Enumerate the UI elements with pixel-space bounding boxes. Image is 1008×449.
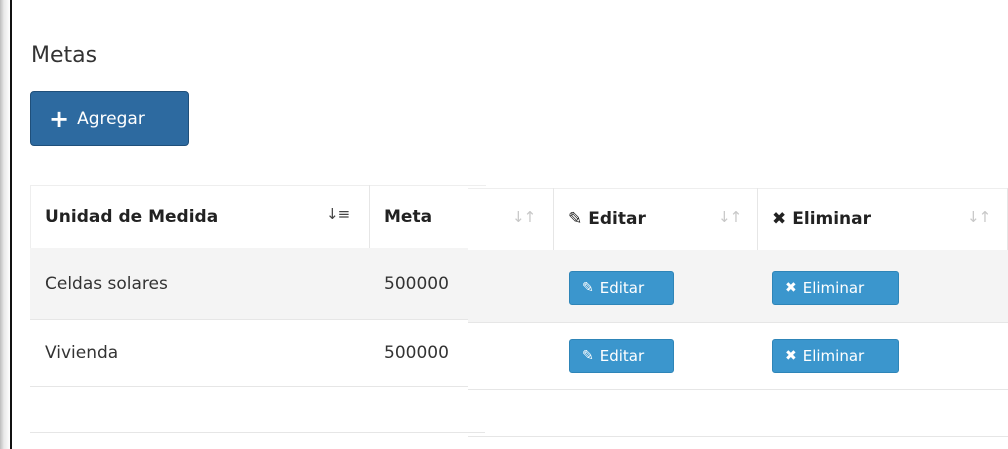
plus-icon: + (49, 104, 70, 133)
delete-button[interactable]: ✖ Eliminar (772, 339, 899, 373)
sort-asc-icon[interactable]: ↓≡ (326, 205, 350, 223)
divider (468, 436, 1008, 437)
edit-button[interactable]: ✎ Editar (569, 271, 674, 305)
page-title: Metas (31, 43, 98, 68)
sort-icon[interactable]: ↓↑ (718, 208, 742, 226)
divider (30, 432, 485, 433)
x-icon: ✖ (785, 280, 797, 296)
x-icon: ✖ (785, 348, 797, 364)
pencil-icon: ✎ (568, 209, 583, 229)
add-button-label: Agregar (77, 108, 145, 129)
sort-icon[interactable]: ↓↑ (512, 208, 536, 226)
x-icon: ✖ (772, 209, 787, 229)
pencil-icon: ✎ (582, 280, 594, 296)
edit-button[interactable]: ✎ Editar (569, 339, 674, 373)
cell-unidad: Celdas solares (45, 273, 168, 294)
add-button[interactable]: + Agregar (30, 91, 189, 146)
delete-button[interactable]: ✖ Eliminar (772, 271, 899, 305)
main-panel: Metas + Agregar Unidad de Medida ↓≡ Meta… (12, 0, 1008, 449)
sort-icon[interactable]: ↓↑ (967, 208, 991, 226)
pencil-icon: ✎ (582, 348, 594, 364)
column-header-unidad[interactable]: Unidad de Medida (30, 185, 369, 248)
table-row (468, 250, 1008, 322)
table-row (468, 322, 1008, 390)
cell-unidad: Vivienda (45, 343, 119, 363)
window-shadow (0, 0, 10, 449)
